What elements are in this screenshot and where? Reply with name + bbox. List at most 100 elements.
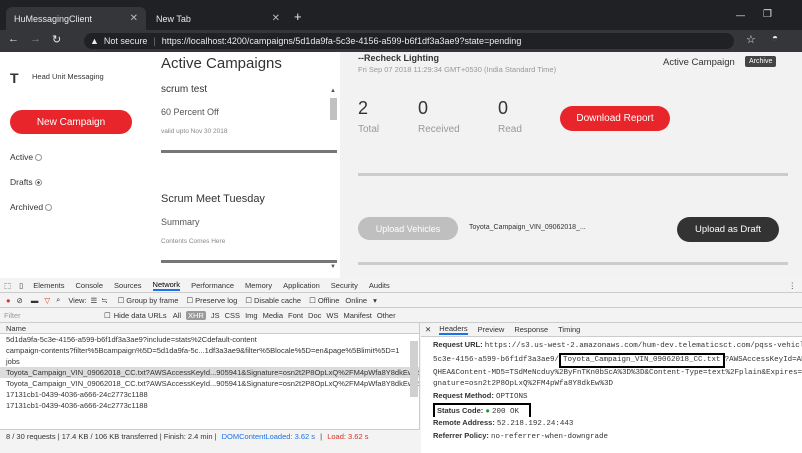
star-icon[interactable]: ☆ [746,33,756,46]
minimize-icon[interactable]: — [736,10,745,20]
new-tab-button[interactable]: + [294,9,302,24]
remote-address: 52.218.192.24:443 [496,420,574,428]
incognito-icon[interactable]: ◓ [772,33,778,44]
sidebar: T Head Unit Messaging New Campaign Activ… [0,52,140,278]
radio-selected-icon[interactable] [34,179,42,187]
filter-active[interactable]: Active [10,152,43,162]
tab-headers[interactable]: Headers [439,324,468,335]
close-icon[interactable]: ✕ [425,325,431,334]
archive-button[interactable]: Archive [745,56,777,67]
device-icon[interactable]: ▯ [19,281,23,290]
stat-total-value: 2 [358,98,369,118]
inspect-icon[interactable]: ⬚ [4,281,11,290]
type-media[interactable]: Media [263,311,283,320]
download-report-button[interactable]: Download Report [560,106,670,131]
tab-performance[interactable]: Performance [191,281,234,290]
chevron-down-icon[interactable]: ▾ [373,296,377,305]
request-list: Name 5d1da9fa-5c3e-4156-a599-b6f1df3a3ae… [0,323,420,429]
scroll-down-icon[interactable]: ▼ [330,264,336,270]
tab-preview[interactable]: Preview [478,325,505,334]
forward-icon[interactable]: → [30,33,41,45]
record-icon[interactable]: ● [6,296,11,305]
tab-security[interactable]: Security [331,281,358,290]
type-xhr[interactable]: XHR [186,310,206,320]
reload-icon[interactable]: ↻ [52,33,61,46]
list-view-icon[interactable]: ☰ [91,296,98,305]
search-icon[interactable]: ⌕ [56,295,60,305]
tab-network[interactable]: Network [152,280,181,291]
devtools: ⬚ ▯ Elements Console Sources Network Per… [0,278,802,453]
request-row[interactable]: 17131cb1-0439-4036-a666-24c2773c1188 [0,400,419,411]
upload-vehicles-button[interactable]: Upload Vehicles [358,217,458,240]
campaign-name[interactable]: Scrum Meet Tuesday [161,193,265,205]
maximize-icon[interactable]: ❐ [763,9,772,20]
stat-total-label: Total [358,124,380,135]
filter-icon[interactable]: ▽ [44,296,50,305]
checkbox-icon[interactable]: ☐ [186,296,193,305]
checkbox-icon[interactable]: ☐ [309,296,316,305]
type-img[interactable]: Img [245,311,258,320]
tab-sources[interactable]: Sources [114,281,142,290]
scroll-up-icon[interactable]: ▲ [330,88,336,94]
type-other[interactable]: Other [377,311,396,320]
request-row[interactable]: Toyota_Campaign_VIN_09062018_CC.txt?AWSA… [0,378,419,389]
close-icon[interactable]: ✕ [130,13,138,24]
status-code: 200 OK [491,408,519,416]
type-all[interactable]: All [173,311,181,320]
close-icon[interactable]: ✕ [272,13,280,24]
radio-icon[interactable] [35,154,43,162]
checkbox-icon[interactable]: ☐ [118,296,125,305]
filter-drafts[interactable]: Drafts [10,177,42,187]
progress-track [358,173,788,176]
tab-humessagingclient[interactable]: HuMessagingClient ✕ [6,7,146,30]
type-font[interactable]: Font [288,311,303,320]
type-css[interactable]: CSS [225,311,240,320]
logo-icon: T [10,70,19,86]
type-ws[interactable]: WS [326,311,338,320]
request-row[interactable]: jobs [0,356,419,367]
url-text[interactable]: https://localhost:4200/campaigns/5d1da9f… [162,36,522,46]
menu-icon[interactable]: ⋮ [789,281,797,290]
scrollbar-thumb[interactable] [410,341,418,397]
filter-input[interactable]: Filter [4,311,104,320]
type-js[interactable]: JS [211,311,220,320]
filter-archived[interactable]: Archived [10,202,53,212]
name-column-header[interactable]: Name [0,323,419,334]
request-row[interactable]: 17131cb1-0439-4036-a666-24c2773c1188 [0,389,419,400]
clear-icon[interactable]: ⊘ [17,296,23,305]
view-label: View: [68,295,87,305]
stat-read-label: Read [498,124,522,135]
devtools-tabs: ⬚ ▯ Elements Console Sources Network Per… [0,278,802,293]
tab-response[interactable]: Response [514,325,548,334]
new-campaign-button[interactable]: New Campaign [10,110,132,134]
preserve-log-label: Preserve log [195,295,238,305]
request-row[interactable]: campaign-contents?filter%5Bcampaign%5D=5… [0,345,419,356]
tab-application[interactable]: Application [283,281,320,290]
stat-read-value: 0 [498,98,509,118]
type-doc[interactable]: Doc [308,311,321,320]
checkbox-icon[interactable]: ☐ [104,311,111,320]
camera-icon[interactable]: ▬ [31,296,39,305]
request-row-selected[interactable]: Toyota_Campaign_VIN_09062018_CC.txt?AWSA… [0,367,419,378]
tab-console[interactable]: Console [76,281,104,290]
campaign-meta: valid upto Nov 30 2018 [161,128,228,135]
omnibox[interactable]: ▲ Not secure | https://localhost:4200/ca… [84,33,734,49]
campaign-name[interactable]: scrum test [161,84,207,95]
request-url: https://s3.us-west-2.amazonaws.com/hum-d… [484,342,802,350]
tab-new-tab[interactable]: New Tab ✕ [148,7,288,30]
tab-audits[interactable]: Audits [369,281,390,290]
radio-icon[interactable] [45,204,53,212]
divider [161,260,337,263]
tab-memory[interactable]: Memory [245,281,272,290]
detail-tabs: ✕ Headers Preview Response Timing [421,323,802,337]
back-icon[interactable]: ← [8,33,19,45]
request-row[interactable]: 5d1da9fa-5c3e-4156-a599-b6f1df3a3ae9?inc… [0,334,419,345]
tab-elements[interactable]: Elements [33,281,64,290]
upload-draft-button[interactable]: Upload as Draft [677,217,779,242]
throttle-select[interactable]: Online [345,296,367,305]
checkbox-icon[interactable]: ☐ [245,296,252,305]
type-manifest[interactable]: Manifest [343,311,371,320]
scrollbar-thumb[interactable] [330,98,337,120]
tab-timing[interactable]: Timing [558,325,580,334]
waterfall-icon[interactable]: ≒ [101,296,107,305]
